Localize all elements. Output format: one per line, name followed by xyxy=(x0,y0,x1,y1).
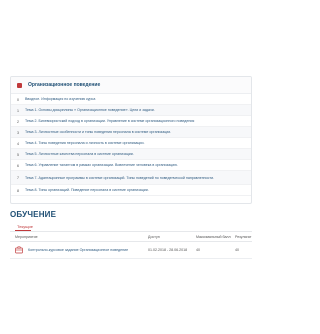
tab-underline xyxy=(15,230,31,231)
topic-row[interactable]: 3 Тема 3. Личностные особенности и типы … xyxy=(11,127,251,138)
course-title: Организационное поведение xyxy=(28,82,101,88)
course-header[interactable]: Организационное поведение xyxy=(11,77,251,94)
topic-number: 6 xyxy=(16,162,20,168)
column-event: Мероприятие xyxy=(15,234,38,239)
tab-current[interactable]: Текущие xyxy=(17,224,33,229)
table-row[interactable]: Контрольно-курсовое задание Организацион… xyxy=(10,243,252,259)
section-title: ОБУЧЕНИЕ xyxy=(10,210,57,219)
table-header: Мероприятие Доступ Максимальный балл Рез… xyxy=(10,232,252,242)
column-result: Результат xyxy=(235,234,252,239)
topic-link[interactable]: Тема 5. Личностные качества персонала в … xyxy=(25,152,134,156)
tabs: Текущие xyxy=(10,222,252,232)
event-access: 01.02.2018 - 28.06.2018 xyxy=(148,248,188,252)
topic-number: 7 xyxy=(16,175,20,180)
topic-number: 3 xyxy=(16,129,20,135)
topic-number: 8 xyxy=(16,187,20,193)
topic-row[interactable]: 5 Тема 5. Личностные качества персонала … xyxy=(11,149,251,160)
event-result: 40 xyxy=(235,248,239,252)
topic-row[interactable]: 4 Тема 4. Типы поведения персонала и лич… xyxy=(11,138,251,149)
topic-link[interactable]: Тема 1. Основы дисциплины « Организацион… xyxy=(25,108,155,112)
topic-link[interactable]: Тема 7. Адаптационные программы в систем… xyxy=(25,176,225,180)
column-access: Доступ xyxy=(148,234,160,239)
topic-number: 0 xyxy=(16,96,20,102)
topic-number: 4 xyxy=(16,140,20,146)
topic-row[interactable]: 0 Вводное. Информация по изучению курса xyxy=(11,94,251,105)
topic-row[interactable]: 8 Тема 8. Типы организаций. Поведение пе… xyxy=(11,185,251,196)
briefcase-icon xyxy=(15,246,23,254)
topic-link[interactable]: Тема 6. Управление талантом в рамках орг… xyxy=(25,163,178,167)
events-table: Мероприятие Доступ Максимальный балл Рез… xyxy=(10,232,252,259)
topic-link[interactable]: Тема 4. Типы поведения персонала и лично… xyxy=(25,141,144,145)
topic-row[interactable]: 7 Тема 7. Адаптационные программы в сист… xyxy=(11,171,251,185)
topic-link[interactable]: Тема 2. Бихевиористский подход в организ… xyxy=(25,119,194,123)
topic-link[interactable]: Тема 8. Типы организаций. Поведение перс… xyxy=(25,188,149,192)
topic-number: 2 xyxy=(16,118,20,124)
event-max-score: 40 xyxy=(196,248,200,252)
topic-row[interactable]: 2 Тема 2. Бихевиористский подход в орган… xyxy=(11,116,251,127)
event-link[interactable]: Контрольно-курсовое задание Организацион… xyxy=(28,248,128,252)
topic-link[interactable]: Вводное. Информация по изучению курса xyxy=(25,97,95,101)
topic-row[interactable]: 1 Тема 1. Основы дисциплины « Организаци… xyxy=(11,105,251,116)
topic-link[interactable]: Тема 3. Личностные особенности и типы по… xyxy=(25,130,171,134)
topic-number: 5 xyxy=(16,151,20,157)
topic-number: 1 xyxy=(16,107,20,113)
course-panel: Организационное поведение 0 Вводное. Инф… xyxy=(10,76,252,204)
column-max-score: Максимальный балл xyxy=(196,234,231,239)
topic-row[interactable]: 6 Тема 6. Управление талантом в рамках о… xyxy=(11,160,251,171)
course-icon xyxy=(17,82,22,88)
